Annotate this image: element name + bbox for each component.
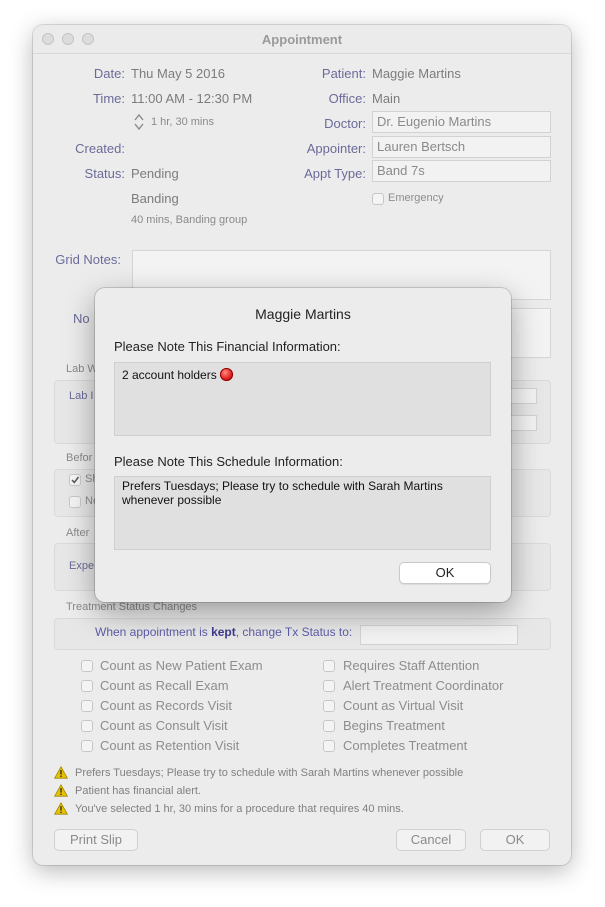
kept-suffix: , change Tx Status to: xyxy=(235,625,353,639)
created-label: Created: xyxy=(75,141,125,156)
before-section-label: Befor xyxy=(66,452,93,464)
after-section-label: After xyxy=(66,527,90,539)
alert-treatment-coordinator-checkbox[interactable] xyxy=(323,680,335,692)
warning-icon xyxy=(54,766,68,779)
kept-prefix: When appointment is xyxy=(95,625,212,639)
before-checkbox-1[interactable] xyxy=(69,474,81,486)
count-records-visit-checkbox[interactable] xyxy=(81,700,93,712)
appt-type-field[interactable]: Band 7s xyxy=(372,160,551,182)
warning-duration-mismatch: You've selected 1 hr, 30 mins for a proc… xyxy=(75,803,404,815)
count-recall-exam-label: Count as Recall Exam xyxy=(100,678,229,693)
checkmark-icon xyxy=(71,476,80,484)
time-label: Time: xyxy=(92,91,125,106)
grid-notes-label: Grid Notes: xyxy=(55,252,121,267)
warning-icon xyxy=(54,802,68,815)
schedule-info-text: Prefers Tuesdays; Please try to schedule… xyxy=(122,479,443,507)
count-recall-exam-checkbox[interactable] xyxy=(81,680,93,692)
doctor-field[interactable]: Dr. Eugenio Martins xyxy=(372,111,551,133)
treatment-section-label: Treatment Status Changes xyxy=(66,601,198,613)
begins-treatment-checkbox[interactable] xyxy=(323,720,335,732)
count-new-patient-exam-label: Count as New Patient Exam xyxy=(100,658,263,673)
financial-info-text: 2 account holders xyxy=(122,368,217,382)
warning-schedule-preference: Prefers Tuesdays; Please try to schedule… xyxy=(75,767,464,779)
doctor-label: Doctor: xyxy=(324,116,366,131)
kept-word: kept xyxy=(211,625,236,639)
emergency-checkbox[interactable] xyxy=(372,193,384,205)
kept-sentence: When appointment is kept, change Tx Stat… xyxy=(95,625,352,639)
duration-stepper-icon[interactable] xyxy=(133,112,145,132)
patient-label: Patient: xyxy=(321,66,366,81)
window-title: Appointment xyxy=(261,32,343,47)
appointer-field[interactable]: Lauren Bertsch xyxy=(372,136,551,158)
alert-treatment-coordinator-label: Alert Treatment Coordinator xyxy=(343,678,504,693)
status-label: Status: xyxy=(84,166,125,181)
tx-status-field[interactable] xyxy=(360,625,518,645)
requires-staff-attention-label: Requires Staff Attention xyxy=(343,658,480,673)
before-checkbox-2[interactable] xyxy=(69,496,81,508)
count-consult-visit-label: Count as Consult Visit xyxy=(100,718,228,733)
lab-section-label: Lab W xyxy=(66,363,98,375)
dialog-title: Maggie Martins xyxy=(255,306,351,322)
emergency-label: Emergency xyxy=(388,192,444,204)
count-consult-visit-checkbox[interactable] xyxy=(81,720,93,732)
requires-staff-attention-checkbox[interactable] xyxy=(323,660,335,672)
completes-treatment-label: Completes Treatment xyxy=(343,738,468,753)
duration-value: 1 hr, 30 mins xyxy=(151,116,214,128)
notes-label: No xyxy=(73,311,90,326)
count-virtual-visit-checkbox[interactable] xyxy=(323,700,335,712)
schedule-info-label: Please Note This Schedule Information: xyxy=(114,454,343,469)
count-retention-visit-checkbox[interactable] xyxy=(81,740,93,752)
completes-treatment-checkbox[interactable] xyxy=(323,740,335,752)
warning-icon xyxy=(54,784,68,797)
dialog-ok-button[interactable]: OK xyxy=(399,562,491,584)
appt-type-label: Appt Type: xyxy=(304,166,366,181)
count-retention-visit-label: Count as Retention Visit xyxy=(100,738,240,753)
warning-financial-alert: Patient has financial alert. xyxy=(75,785,201,797)
title-bar: Appointment xyxy=(33,25,571,54)
office-label: Office: xyxy=(328,91,366,106)
date-value: Thu May 5 2016 xyxy=(131,66,225,81)
office-value: Main xyxy=(372,91,401,106)
financial-info-box: 2 account holders xyxy=(114,362,491,436)
cancel-button[interactable]: Cancel xyxy=(396,829,466,851)
count-virtual-visit-label: Count as Virtual Visit xyxy=(343,698,464,713)
patient-value: Maggie Martins xyxy=(372,66,461,81)
count-new-patient-exam-checkbox[interactable] xyxy=(81,660,93,672)
patient-alert-dialog: Maggie Martins Please Note This Financia… xyxy=(95,288,511,602)
ok-button[interactable]: OK xyxy=(480,829,550,851)
time-value: 11:00 AM - 12:30 PM xyxy=(131,91,253,106)
red-alert-icon xyxy=(219,368,233,381)
appointer-label: Appointer: xyxy=(306,141,366,156)
status-value: Pending xyxy=(131,166,179,181)
schedule-info-box: Prefers Tuesdays; Please try to schedule… xyxy=(114,476,491,550)
financial-info-label: Please Note This Financial Information: xyxy=(114,339,341,354)
procedure-detail: 40 mins, Banding group xyxy=(131,214,248,226)
print-slip-button[interactable]: Print Slip xyxy=(54,829,138,851)
date-label: Date: xyxy=(93,66,125,81)
procedure-value: Banding xyxy=(131,191,179,206)
begins-treatment-label: Begins Treatment xyxy=(343,718,445,733)
count-records-visit-label: Count as Records Visit xyxy=(100,698,232,713)
